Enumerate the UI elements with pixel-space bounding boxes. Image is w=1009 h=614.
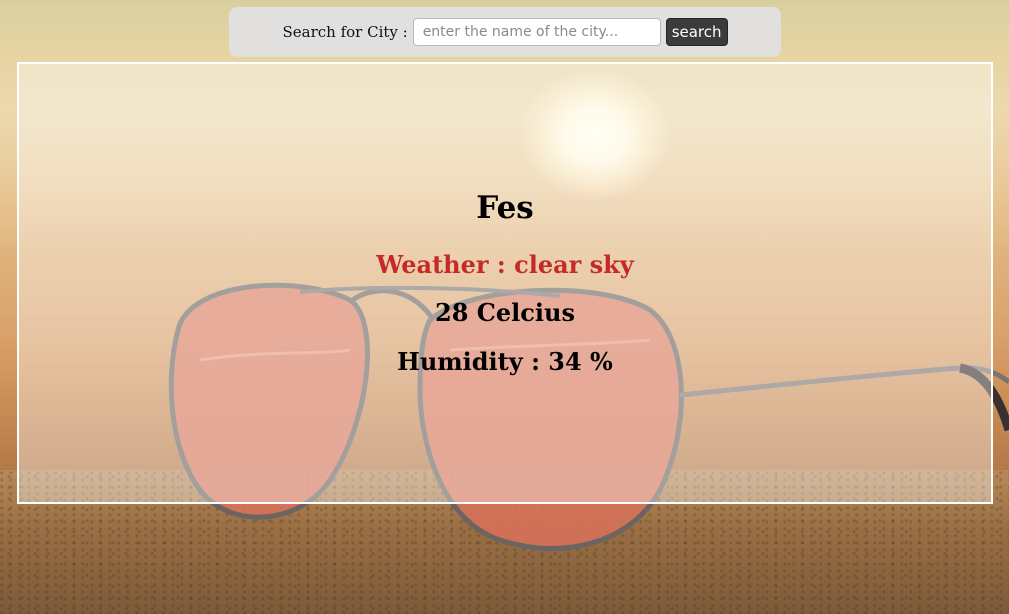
city-name: Fes: [476, 190, 534, 226]
weather-condition: Weather : clear sky: [376, 250, 634, 279]
city-search-input[interactable]: [412, 18, 661, 46]
weather-panel: Fes Weather : clear sky 28 Celcius Humid…: [17, 62, 993, 504]
temperature: 28 Celcius: [435, 298, 575, 327]
search-label: Search for City :: [282, 23, 408, 41]
search-bar: Search for City : search: [229, 7, 781, 57]
search-button[interactable]: search: [665, 18, 728, 46]
humidity: Humidity : 34 %: [397, 347, 613, 376]
